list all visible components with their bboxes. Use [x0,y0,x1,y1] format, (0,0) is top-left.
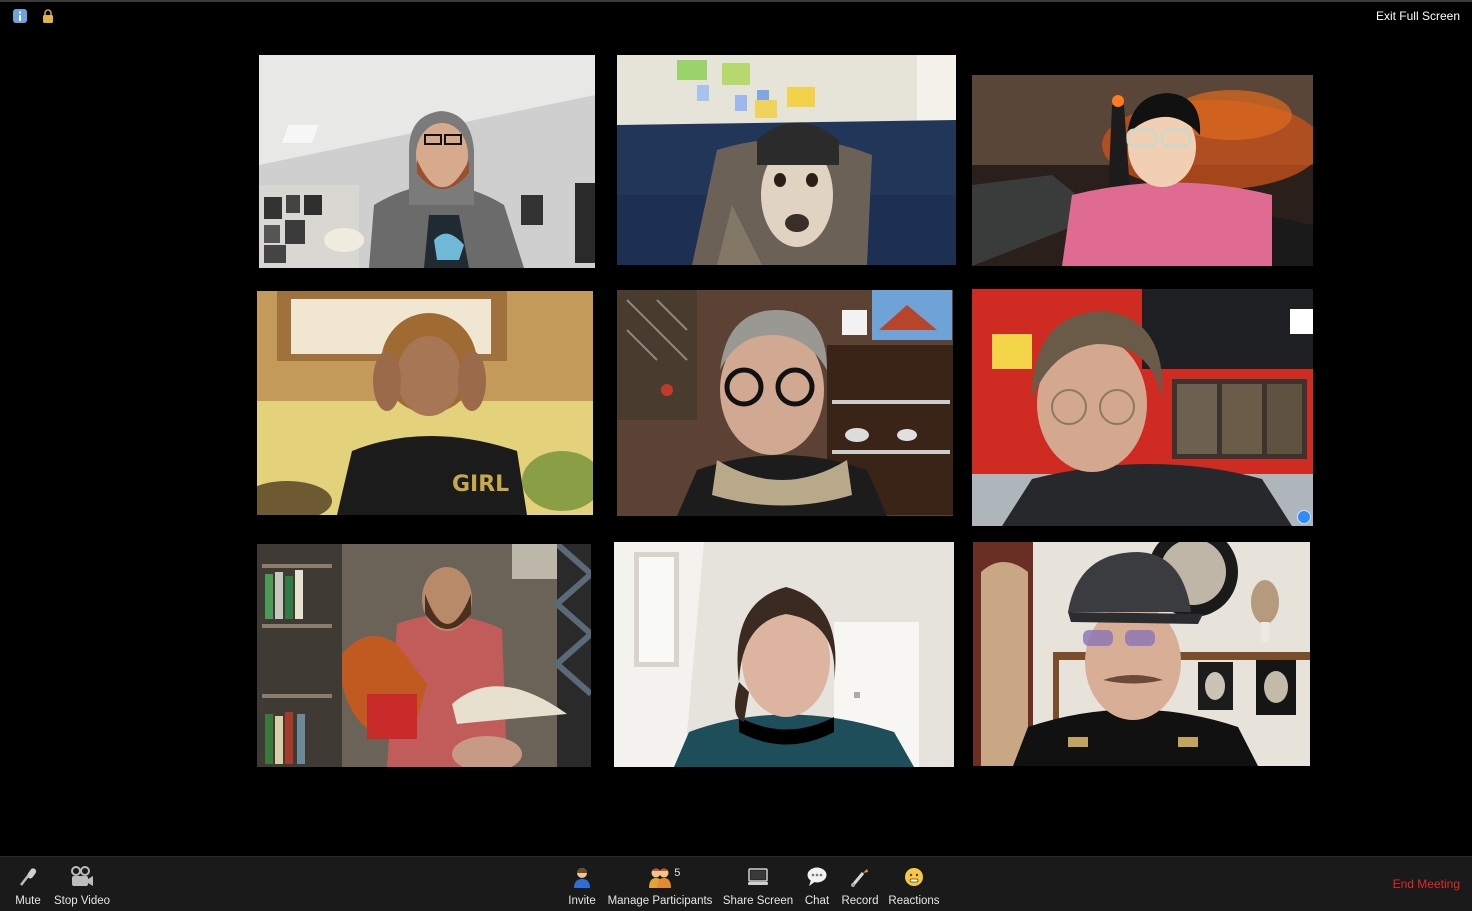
video-feed-image [614,542,954,767]
record-icon [849,865,871,889]
video-feed-image [259,55,595,268]
svg-text:GIRL: GIRL [452,472,509,497]
active-speaker-indicator [1297,510,1311,524]
info-icon[interactable] [12,8,28,24]
stop-video-button[interactable]: Stop Video [52,865,112,907]
meeting-window: Exit Full Screen GIRL Mute Stop Video In… [0,0,1472,911]
invite-label: Invite [568,895,596,907]
participant-video-tile[interactable] [973,542,1310,766]
video-camera-icon [69,865,95,889]
share-screen-label: Share Screen [722,895,794,907]
participant-video-tile[interactable] [617,290,953,516]
participant-video-tile[interactable] [614,542,954,767]
end-meeting-button[interactable]: End Meeting [1393,877,1460,891]
record-button[interactable]: Record [840,865,880,907]
participant-video-tile[interactable] [259,55,595,268]
reactions-button[interactable]: Reactions [886,865,942,907]
video-feed-image [973,542,1310,766]
video-feed-image [972,289,1313,526]
invite-person-icon [572,865,592,889]
video-feed-image: GIRL [257,291,593,515]
window-top-edge [0,0,1472,2]
speech-bubble-icon [806,865,828,889]
video-feed-image [617,290,953,516]
record-label: Record [841,895,879,907]
participant-video-tile[interactable] [972,289,1313,526]
chat-button[interactable]: Chat [801,865,833,907]
invite-button[interactable]: Invite [566,865,598,907]
monitor-icon [747,865,769,889]
mute-label: Mute [15,895,41,907]
video-feed-image [972,75,1313,266]
exit-fullscreen-button[interactable]: Exit Full Screen [1376,9,1460,23]
stop-video-label: Stop Video [53,895,111,907]
smiley-icon [903,865,925,889]
chat-label: Chat [804,895,830,907]
participant-count-badge: 5 [674,867,681,879]
participants-icon [648,865,672,889]
share-screen-button[interactable]: Share Screen [722,865,794,907]
manage-participants-button[interactable]: 5 Manage Participants [605,865,715,907]
participant-video-tile[interactable]: GIRL [257,291,593,515]
lock-icon[interactable] [40,8,56,24]
video-feed-image [257,544,591,767]
participant-video-tile[interactable] [617,55,956,265]
reactions-label: Reactions [888,895,940,907]
manage-participants-label: Manage Participants [607,895,713,907]
participant-video-tile[interactable] [972,75,1313,266]
meeting-toolbar: Mute Stop Video Invite 5 Manage Particip… [0,856,1472,911]
mute-button[interactable]: Mute [12,865,44,907]
video-feed-image [617,55,956,265]
microphone-icon [17,865,39,889]
participant-video-tile[interactable] [257,544,591,767]
